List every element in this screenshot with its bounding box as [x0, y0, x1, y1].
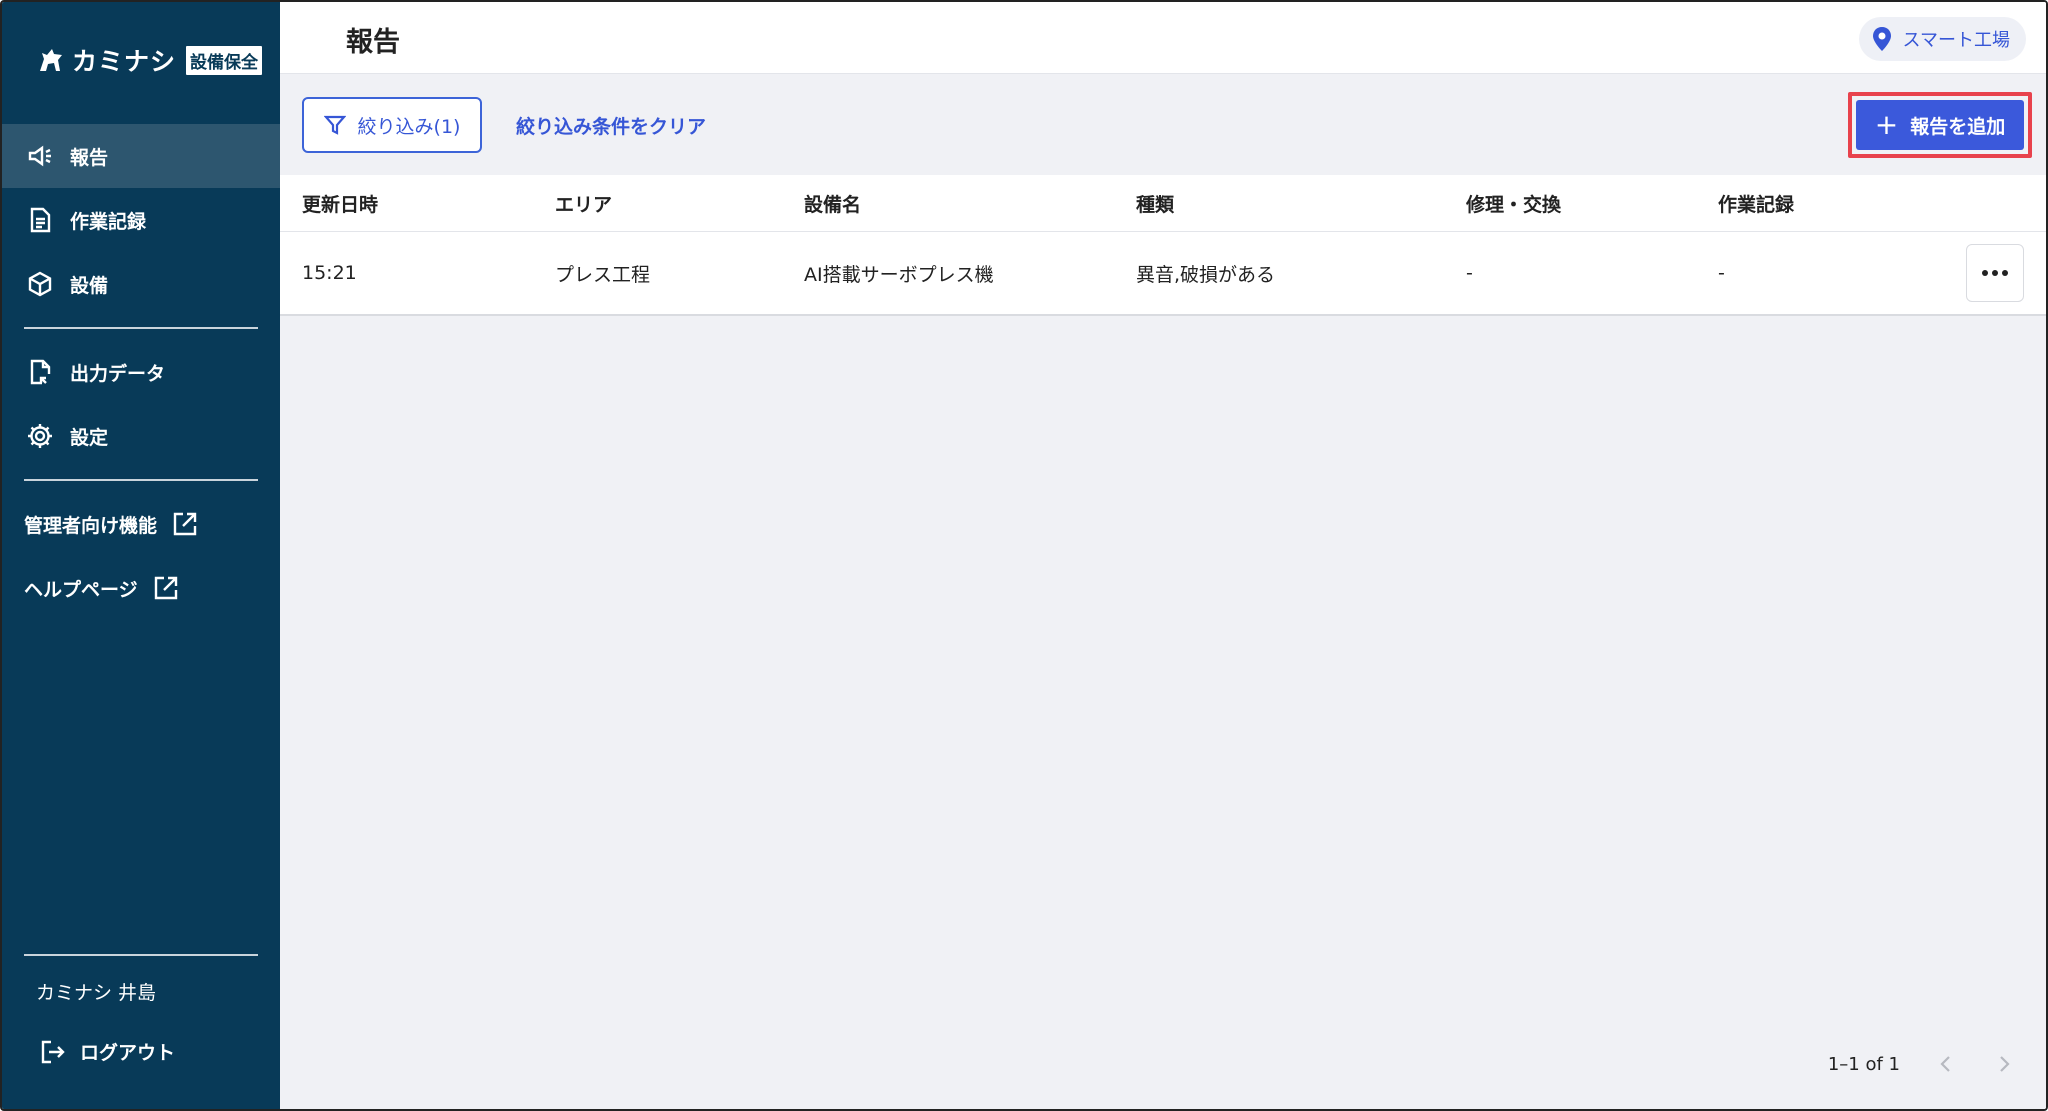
top-bar: 報告 スマート工場	[280, 2, 2046, 74]
sidebar-item-label: 設備	[70, 274, 109, 297]
cell-repair: -	[1466, 262, 1473, 284]
logout-label: ログアウト	[80, 1042, 176, 1064]
cell-work-record: -	[1718, 262, 1725, 284]
pagination: 1–1 of 1	[1828, 1049, 2016, 1079]
sidebar: カミナシ 設備保全 報告 作業記録 設備 出力データ 設定 管理者向け機能 ヘル…	[2, 2, 280, 1109]
external-link-icon	[154, 576, 177, 600]
prev-page-button[interactable]	[1934, 1052, 1958, 1076]
column-header[interactable]: 修理・交換	[1466, 175, 1561, 231]
sidebar-item-label: 出力データ	[70, 362, 166, 385]
column-header[interactable]: エリア	[555, 175, 612, 231]
cell-updated-at: 15:21	[302, 262, 357, 284]
brand-badge: 設備保全	[186, 45, 263, 75]
cell-area: プレス工程	[555, 263, 651, 286]
brand-name: カミナシ	[72, 47, 177, 76]
logout-button[interactable]: ログアウト	[40, 1038, 175, 1065]
next-page-button[interactable]	[1992, 1052, 2016, 1076]
more-dot	[1982, 270, 1988, 276]
cell-equipment-name: AI搭載サーボプレス機	[804, 263, 994, 286]
more-dot	[2002, 270, 2008, 276]
sidebar-item-label: 作業記録	[70, 210, 147, 233]
document-icon	[30, 207, 51, 233]
filter-label: 絞り込み(1)	[357, 115, 461, 138]
sidebar-item-equipment[interactable]: 設備	[2, 252, 280, 316]
location-selector[interactable]: スマート工場	[1858, 17, 2026, 61]
page-title: 報告	[346, 27, 400, 58]
column-header[interactable]: 作業記録	[1718, 175, 1794, 231]
megaphone-icon	[28, 145, 51, 167]
cell-type: 異音,破損がある	[1136, 263, 1276, 286]
pagination-range: 1–1 of 1	[1827, 1053, 1900, 1075]
chevron-right-icon	[2000, 1056, 2010, 1072]
column-header[interactable]: 種類	[1136, 175, 1174, 231]
link-label: 管理者向け機能	[24, 514, 158, 537]
add-report-label: 報告を追加	[1910, 115, 2006, 138]
reports-table: 更新日時 エリア 設備名 種類 修理・交換 作業記録 15:21 プレス工程 A…	[280, 175, 2046, 316]
clear-filter-link[interactable]: 絞り込み条件をクリア	[516, 112, 706, 139]
sidebar-item-work-records[interactable]: 作業記録	[2, 188, 280, 252]
map-pin-icon	[1872, 27, 1891, 51]
column-header[interactable]: 更新日時	[302, 175, 378, 231]
external-link-icon	[173, 512, 197, 536]
sidebar-divider	[24, 954, 258, 956]
gear-icon	[28, 424, 52, 448]
more-dot	[1992, 270, 1998, 276]
table-row[interactable]: 15:21 プレス工程 AI搭載サーボプレス機 異音,破損がある - -	[280, 232, 2046, 314]
app-window: カミナシ 設備保全 報告 作業記録 設備 出力データ 設定 管理者向け機能 ヘル…	[0, 0, 2048, 1111]
location-label: スマート工場	[1902, 30, 2010, 51]
row-more-button[interactable]	[1966, 244, 2024, 302]
admin-features-link[interactable]: 管理者向け機能	[24, 504, 199, 544]
add-report-button[interactable]: + 報告を追加	[1856, 100, 2024, 150]
user-name: カミナシ 井島	[36, 982, 157, 1004]
sidebar-item-output-data[interactable]: 出力データ	[2, 340, 280, 404]
chevron-left-icon	[1940, 1056, 1950, 1072]
plus-icon: +	[1874, 108, 1899, 141]
cube-icon	[28, 271, 52, 297]
help-page-link[interactable]: ヘルプページ	[24, 568, 180, 608]
sidebar-item-label: 設定	[70, 426, 109, 449]
logout-icon	[41, 1040, 65, 1063]
sidebar-divider	[24, 327, 258, 329]
sidebar-divider	[24, 479, 258, 481]
filter-button[interactable]: 絞り込み(1)	[302, 97, 482, 153]
file-export-icon	[30, 359, 51, 385]
logo: カミナシ 設備保全	[36, 40, 263, 80]
link-label: ヘルプページ	[24, 578, 138, 601]
column-header[interactable]: 設備名	[804, 175, 861, 231]
sidebar-item-label: 報告	[70, 146, 109, 169]
table-header: 更新日時 エリア 設備名 種類 修理・交換 作業記録	[280, 175, 2046, 232]
main-content: 報告 スマート工場 絞り込み(1) 絞り込み条件をクリア + 報告を追加 更新日	[280, 2, 2046, 1109]
filter-icon	[323, 115, 346, 135]
sidebar-item-reports[interactable]: 報告	[2, 124, 280, 188]
horse-logo-icon	[40, 49, 62, 71]
sidebar-item-settings[interactable]: 設定	[2, 404, 280, 468]
